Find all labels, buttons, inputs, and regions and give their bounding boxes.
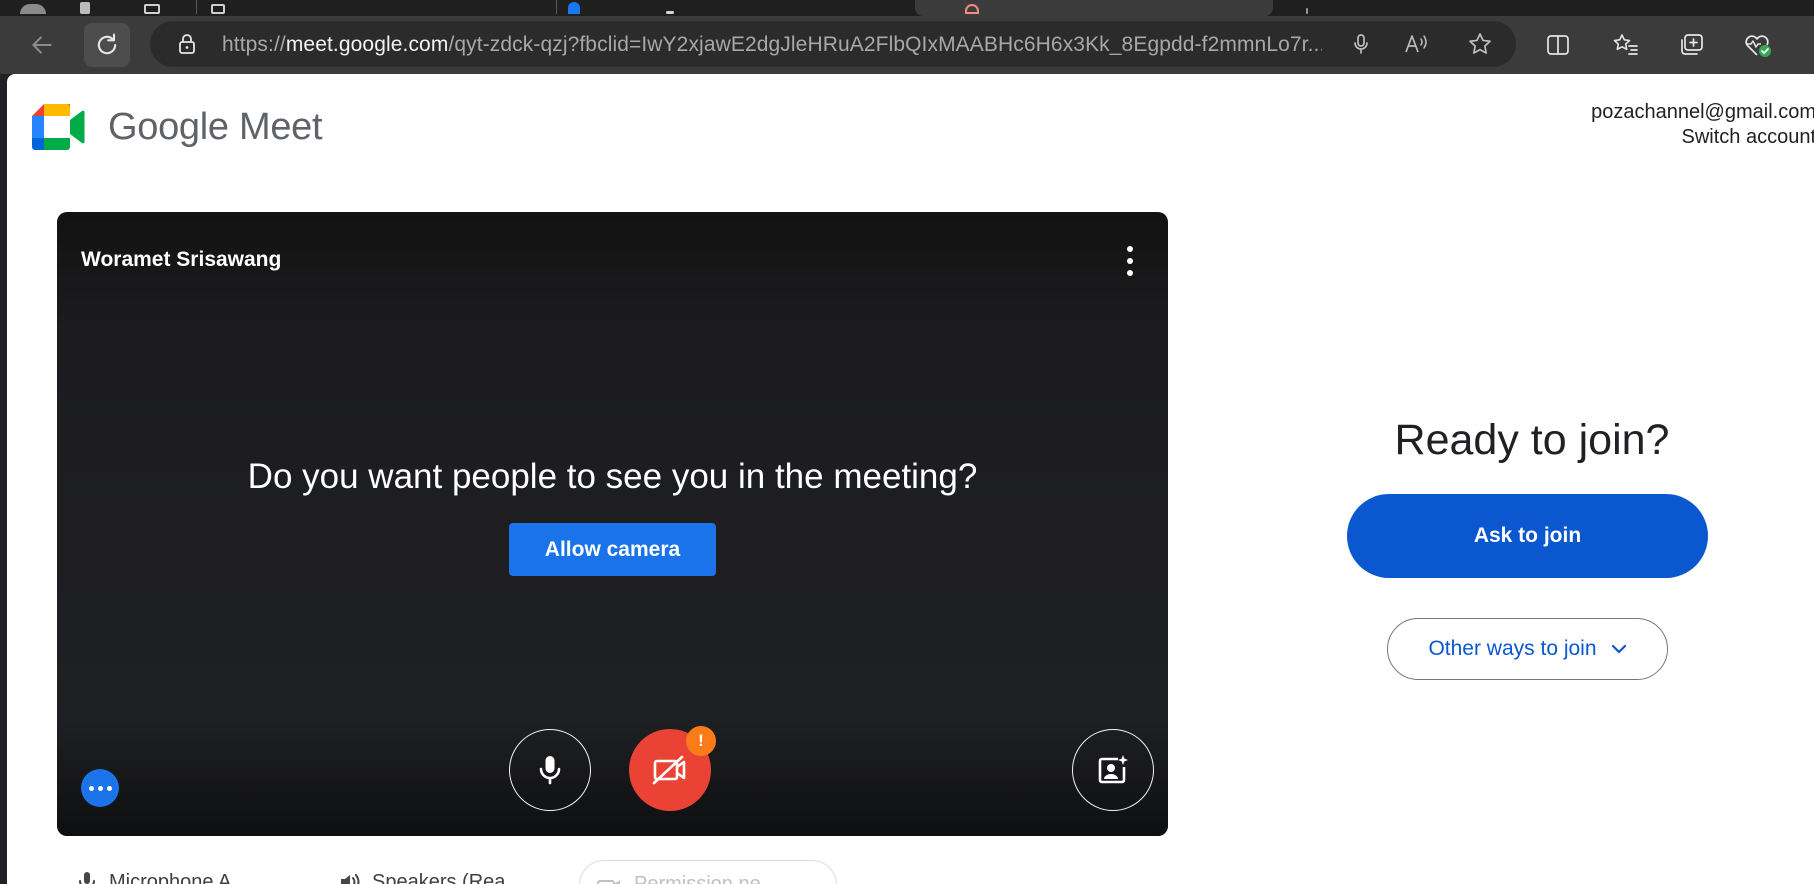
reload-icon: [97, 33, 117, 55]
ask-to-join-button[interactable]: Ask to join: [1347, 494, 1708, 578]
read-aloud-icon: [1405, 35, 1427, 53]
google-meet-logo[interactable]: Google Meet: [32, 104, 323, 150]
speakers-select-label: Speakers (Rea: [372, 870, 506, 884]
browser-essentials-icon: [1745, 35, 1771, 57]
participant-name: Woramet Srisawang: [81, 248, 282, 271]
new-tab-button[interactable]: [1290, 0, 1330, 16]
tab-separator: [556, 0, 557, 14]
read-aloud-button[interactable]: [1404, 31, 1430, 57]
speaker-icon: [341, 874, 360, 884]
browser-tab-1[interactable]: [60, 0, 110, 16]
back-arrow-icon: [32, 36, 52, 54]
tab-favicon: [80, 2, 90, 14]
plus-icon: [1306, 8, 1308, 14]
tab-favicon: [211, 4, 225, 14]
visual-effects-button[interactable]: [1072, 729, 1154, 811]
microphone-icon: [79, 872, 95, 884]
collections-button[interactable]: [1669, 23, 1715, 67]
microphone-select-label: Microphone A: [109, 870, 232, 884]
browser-tab-google-meet[interactable]: [915, 0, 1273, 16]
logo-text: Google Meet: [108, 105, 323, 148]
url-path: /qyt-zdck-qzj?fbclid=IwY2xjawE2dgJleHRuA…: [448, 33, 1322, 56]
camera-prompt: Do you want people to see you in the mee…: [247, 457, 978, 496]
allow-camera-button[interactable]: Allow camera: [509, 523, 716, 576]
back-button[interactable]: [19, 23, 65, 67]
collections-icon: [1681, 34, 1703, 55]
more-vert-icon-dot: [1127, 270, 1133, 276]
video-off-icon: [652, 755, 686, 785]
ready-to-join-heading: Ready to join?: [1394, 416, 1670, 464]
microphone-icon: [539, 756, 561, 785]
other-ways-label: Other ways to join: [1428, 637, 1597, 660]
reload-button[interactable]: [84, 23, 130, 67]
more-horiz-icon-dot: [106, 785, 112, 791]
browser-tab-2[interactable]: [140, 0, 160, 16]
portrait-sparkle-icon: [1098, 755, 1128, 784]
browser-tab-facebook[interactable]: [566, 0, 906, 16]
meet-logo-icon: [32, 104, 85, 150]
favorites-icon: [1613, 34, 1638, 55]
switch-account-link[interactable]: Switch account: [1591, 125, 1814, 150]
tab-favicon: [144, 4, 160, 14]
split-screen-icon: [1547, 35, 1569, 55]
tab-separator: [196, 0, 197, 14]
camera-warning-badge[interactable]: !: [686, 726, 716, 756]
more-horiz-icon-dot: [97, 785, 103, 791]
address-bar[interactable]: https://meet.google.com/qyt-zdck-qzj?fbc…: [150, 21, 1516, 67]
tab-title-fragment: [666, 11, 674, 14]
apply-effects-button[interactable]: [81, 769, 119, 807]
more-vert-icon-dot: [1127, 258, 1133, 264]
camera-permission-label: Permission ne: [634, 873, 761, 884]
camera-icon: [597, 880, 620, 884]
microphone-select[interactable]: Microphone A: [77, 870, 231, 884]
avatar: [20, 4, 46, 14]
site-info-button[interactable]: [174, 31, 200, 57]
voice-search-button[interactable]: [1348, 31, 1374, 57]
favorites-button[interactable]: [1603, 23, 1649, 67]
browser-toolbar: https://meet.google.com/qyt-zdck-qzj?fbc…: [0, 16, 1814, 74]
split-screen-button[interactable]: [1535, 23, 1581, 67]
preview-shade: [57, 716, 1168, 836]
meet-page: Google Meet pozachannel@gmail.com Switch…: [7, 74, 1814, 884]
url-host: meet.google.com: [285, 33, 449, 56]
account-info: pozachannel@gmail.com Switch account: [1591, 100, 1814, 150]
other-ways-to-join-button[interactable]: Other ways to join: [1387, 618, 1668, 680]
lock-icon: [179, 34, 195, 54]
video-preview: Woramet Srisawang Do you want people to …: [57, 212, 1168, 836]
facebook-icon: [568, 2, 580, 14]
microphone-icon: [1354, 34, 1368, 54]
add-favorite-button[interactable]: [1467, 31, 1493, 57]
browser-essentials-button[interactable]: [1735, 23, 1781, 67]
account-email: pozachannel@gmail.com: [1591, 101, 1814, 123]
chevron-down-icon: [1611, 644, 1626, 654]
browser-tab-3[interactable]: [205, 0, 545, 16]
camera-permission-chip[interactable]: Permission ne: [579, 860, 837, 884]
url-text[interactable]: https://meet.google.com/qyt-zdck-qzj?fbc…: [222, 33, 1322, 57]
more-vert-icon: [1127, 246, 1133, 252]
more-horiz-icon: [88, 785, 94, 791]
url-scheme: https://: [222, 33, 286, 56]
browser-tab-profile[interactable]: [14, 0, 54, 16]
speakers-select[interactable]: Speakers (Rea: [338, 870, 505, 884]
more-options-button[interactable]: [1120, 246, 1140, 276]
microphone-toggle-button[interactable]: [509, 729, 591, 811]
star-icon: [1469, 33, 1491, 54]
tab-favicon: [965, 4, 979, 14]
browser-tab-strip: [0, 0, 1814, 16]
